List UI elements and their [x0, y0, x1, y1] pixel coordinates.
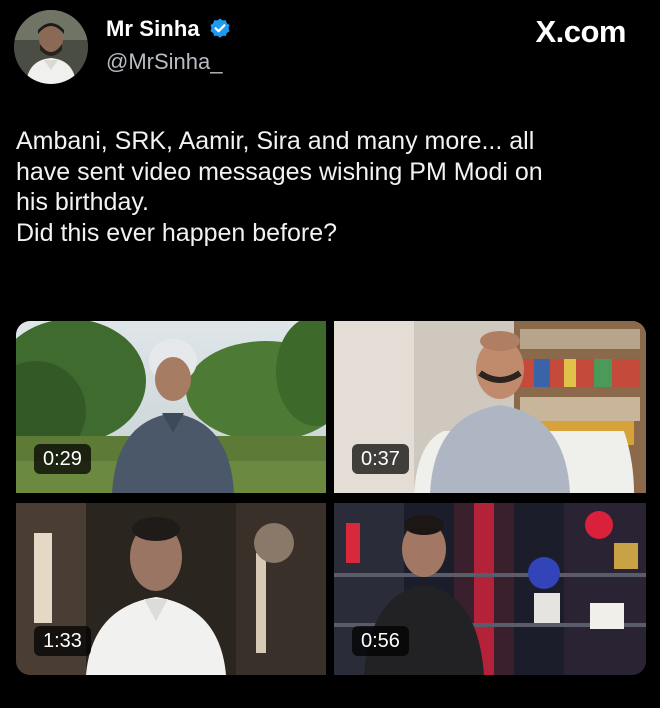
video-duration-badge: 0:37: [352, 444, 409, 474]
site-mark: X.com: [535, 14, 626, 49]
author-display-name[interactable]: Mr Sinha: [106, 16, 200, 42]
video-thumbnail[interactable]: 1:33: [16, 503, 326, 675]
video-duration-badge: 1:33: [34, 626, 91, 656]
author-name-row: Mr Sinha: [106, 16, 232, 42]
author-handle[interactable]: @MrSinha_: [106, 49, 223, 75]
video-duration-badge: 0:29: [34, 444, 91, 474]
media-grid: 0:29 0:37 1:33 0:56: [16, 321, 646, 675]
video-thumbnail[interactable]: 0:37: [334, 321, 646, 493]
avatar[interactable]: [14, 10, 88, 84]
tweet-text: Ambani, SRK, Aamir, Sira and many more..…: [16, 127, 543, 247]
video-thumbnail[interactable]: 0:56: [334, 503, 646, 675]
verified-badge-icon: [208, 17, 232, 41]
video-thumbnail[interactable]: 0:29: [16, 321, 326, 493]
avatar-image: [14, 10, 88, 84]
video-duration-badge: 0:56: [352, 626, 409, 656]
tweet-header: Mr Sinha @MrSinha_ X.com: [0, 0, 660, 100]
